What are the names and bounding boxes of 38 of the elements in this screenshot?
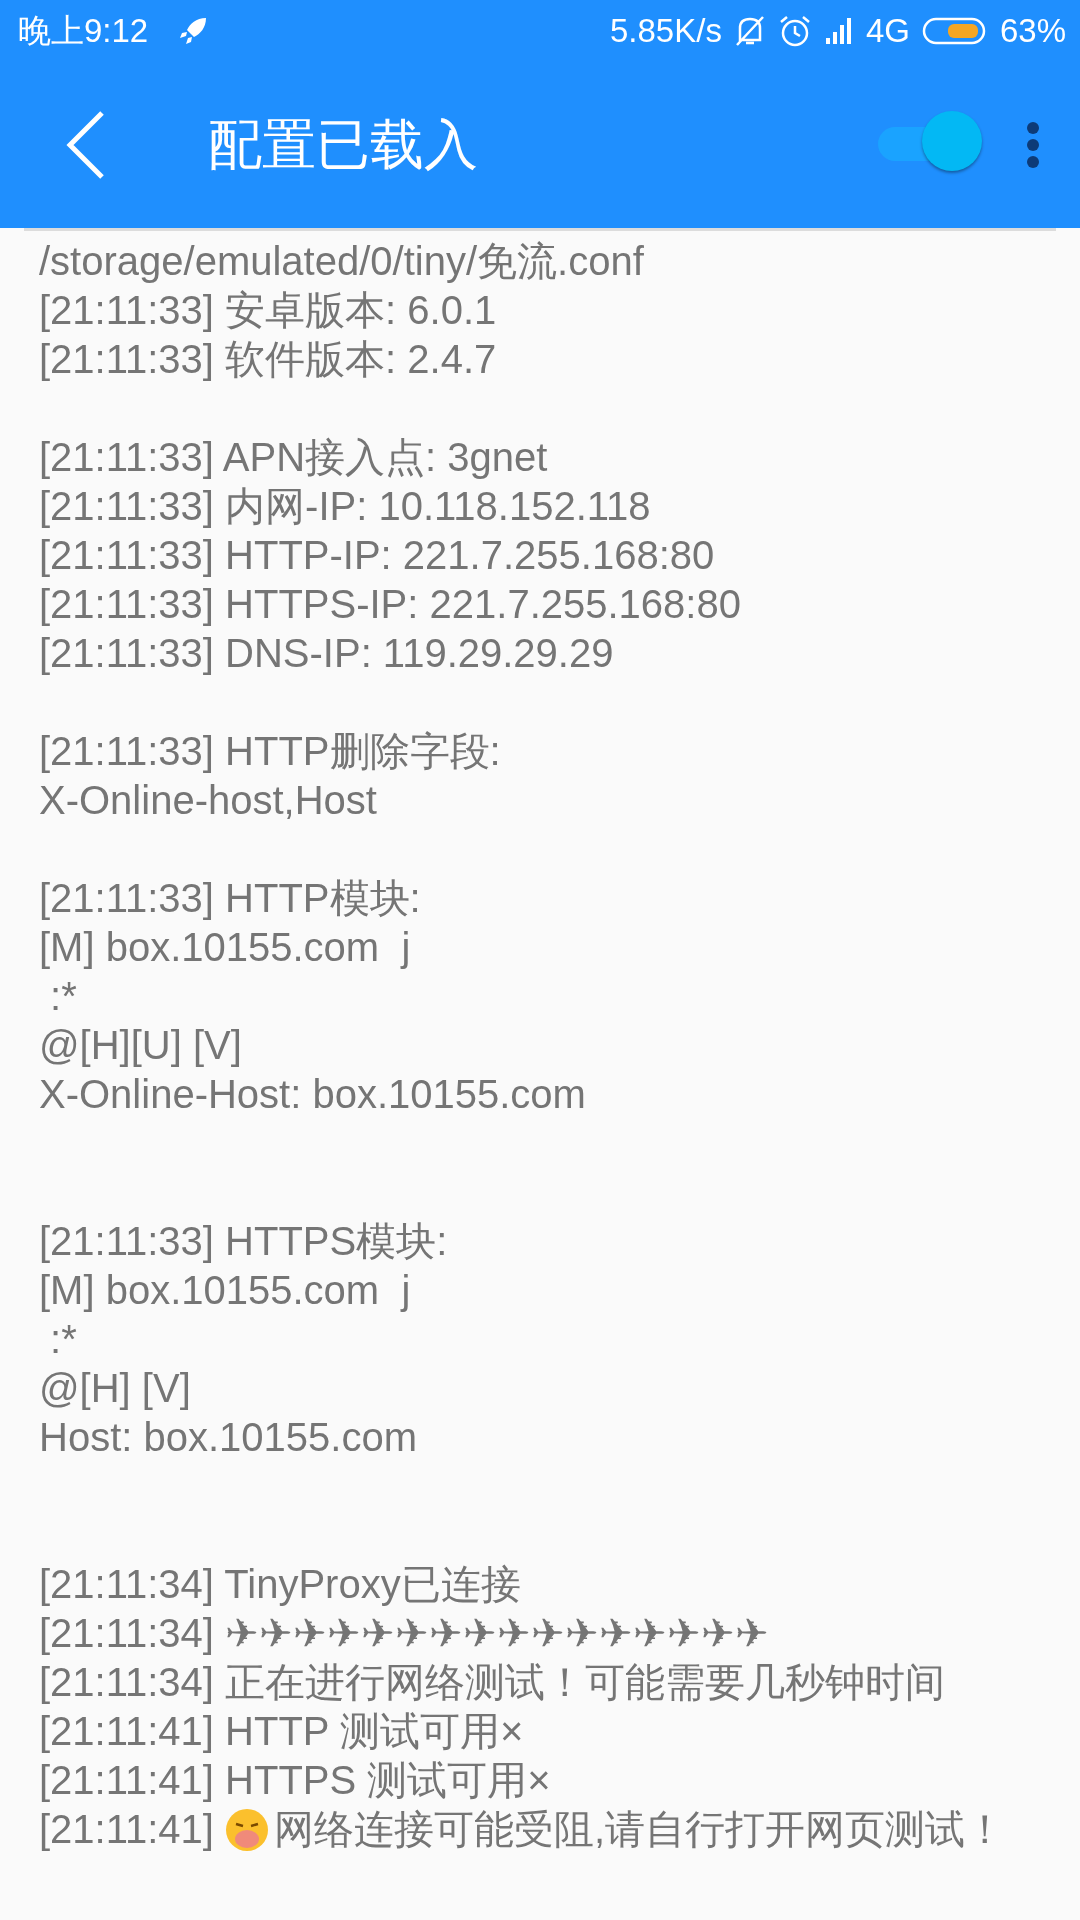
- log-line: X-Online-host,Host: [39, 777, 378, 824]
- network-type-text: 4G: [865, 12, 910, 50]
- log-line: [21:11:34] 正在进行网络测试！可能需要几秒钟时间: [39, 1659, 947, 1706]
- log-line: [M] box.10155.com j: [39, 1267, 412, 1314]
- log-line: [21:11:33] HTTPS模块:: [39, 1218, 449, 1265]
- log-line: [21:11:33] 软件版本: 2.4.7: [39, 336, 498, 383]
- battery-percent-text: 63%: [999, 12, 1066, 50]
- log-line: Host: box.10155.com: [39, 1414, 418, 1461]
- log-line: [21:11:41] HTTPS 测试可用×: [39, 1757, 552, 1804]
- log-line: @[H] [V]: [39, 1365, 192, 1412]
- clock-text: 晚上9:12: [18, 10, 149, 51]
- log-line: [21:11:33] APN接入点: 3gnet: [39, 434, 549, 481]
- page-title: 配置已载入: [208, 111, 479, 178]
- log-line: :*: [49, 973, 78, 1020]
- log-line: [21:11:34] ✈✈✈✈✈✈✈✈✈✈✈✈✈✈✈✈: [39, 1610, 771, 1657]
- log-message: 网络连接可能受阻,请自行打开网页测试！: [273, 1806, 1006, 1853]
- log-line: [21:11:33] HTTP模块:: [39, 875, 422, 922]
- log-timestamp: [21:11:41]: [39, 1806, 214, 1853]
- log-line: [21:11:41] HTTP 测试可用×: [39, 1708, 525, 1755]
- log-line: [21:11:34] TinyProxy已连接: [39, 1561, 522, 1608]
- log-line: X-Online-Host: box.10155.com: [39, 1071, 587, 1118]
- log-line: /storage/emulated/0/tiny/免流.conf: [39, 238, 645, 285]
- log-line: [21:11:33] DNS-IP: 119.29.29.29: [39, 630, 615, 677]
- log-line: [21:11:33] HTTP-IP: 221.7.255.168:80: [39, 532, 716, 579]
- muted-bell-icon: [733, 14, 766, 48]
- crying-emoji-icon: [223, 1806, 270, 1853]
- log-line: @[H][U] [V]: [39, 1022, 243, 1069]
- log-line: [21:11:33] 内网-IP: 10.118.152.118: [39, 483, 652, 530]
- log-line: [21:11:33] HTTPS-IP: 221.7.255.168:80: [39, 581, 742, 628]
- log-line: :*: [49, 1316, 78, 1363]
- signal-icon: [823, 16, 854, 46]
- log-line: [21:11:33] 安卓版本: 6.0.1: [39, 287, 498, 334]
- more-options-icon[interactable]: [1026, 121, 1040, 169]
- log-line: [21:11:33] HTTP删除字段:: [39, 728, 502, 775]
- network-speed-text: 5.85K/s: [610, 12, 722, 50]
- battery-icon: [921, 16, 988, 46]
- log-line: [M] box.10155.com j: [39, 924, 412, 971]
- rocket-icon: [178, 16, 209, 46]
